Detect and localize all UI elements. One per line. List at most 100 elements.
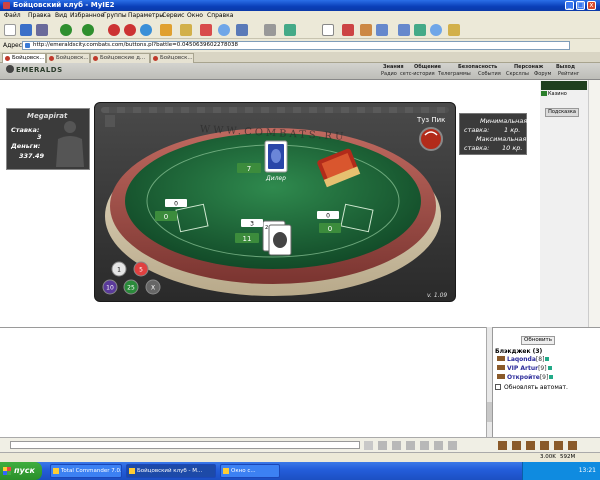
player-bet-value: 3: [37, 133, 42, 141]
tools-icon[interactable]: [360, 24, 372, 36]
forward-icon[interactable]: [82, 24, 94, 36]
stop-icon[interactable]: [108, 24, 120, 36]
nav-events[interactable]: События: [478, 71, 501, 77]
nav-communication[interactable]: Общение: [414, 64, 441, 70]
version-label: v. 1.09: [427, 292, 447, 299]
user-name[interactable]: Откройте: [507, 374, 540, 381]
nav-security[interactable]: Безопасность: [458, 64, 497, 70]
font-icon[interactable]: [264, 24, 276, 36]
nav-exit[interactable]: Выход: [556, 64, 575, 70]
right-bet: 0: [326, 213, 330, 220]
info-icon[interactable]: [549, 375, 554, 379]
user-row[interactable]: Откройте[9]: [497, 374, 554, 381]
menu-window[interactable]: Окно: [187, 12, 203, 19]
menu-groups[interactable]: Группы: [103, 12, 127, 19]
table-corner-icon: [105, 115, 115, 127]
globe-icon[interactable]: [430, 24, 442, 36]
save-icon[interactable]: [20, 24, 32, 36]
user-row[interactable]: VIP Artur[9]: [497, 365, 552, 372]
sound-icon[interactable]: [448, 441, 457, 450]
plugin-icon[interactable]: [414, 24, 426, 36]
side-banner: [541, 81, 587, 90]
filter-icon[interactable]: [420, 441, 429, 450]
nav-character[interactable]: Персонаж: [514, 64, 543, 70]
proxy-icon[interactable]: [398, 24, 410, 36]
taskbar: пуск Total Commander 7.0... Бойцовский к…: [0, 462, 600, 480]
info-icon[interactable]: [547, 366, 552, 370]
page-scrollbar[interactable]: [588, 80, 600, 327]
close-button[interactable]: x: [587, 1, 596, 10]
player-score: 11: [243, 235, 252, 243]
start-button[interactable]: пуск: [0, 462, 42, 480]
menu-favorites[interactable]: Избранное: [70, 12, 104, 19]
chat-area[interactable]: [0, 327, 486, 437]
site-logo[interactable]: EMERALDS: [6, 65, 63, 74]
doc-icon[interactable]: [322, 24, 334, 36]
nav-rating[interactable]: Рейтинг: [558, 71, 579, 77]
menu-options[interactable]: Параметры: [128, 12, 164, 19]
max-label: Максимальная: [476, 135, 527, 143]
favorites-icon[interactable]: [200, 24, 212, 36]
task-total-commander[interactable]: Total Commander 7.0...: [50, 464, 122, 478]
action-icon-3[interactable]: [526, 441, 535, 450]
print-icon[interactable]: [36, 24, 48, 36]
action-icon-1[interactable]: [498, 441, 507, 450]
nav-radio[interactable]: Радио: [381, 71, 397, 77]
menu-tools[interactable]: Сервис: [162, 12, 184, 19]
address-input[interactable]: http://emeraldscity.combats.com/buttons.…: [22, 41, 570, 50]
clear-icon[interactable]: [406, 441, 415, 450]
user-name[interactable]: VIP Artur: [507, 365, 538, 372]
private-icon[interactable]: [392, 441, 401, 450]
new-icon[interactable]: [4, 24, 16, 36]
image-icon[interactable]: [284, 24, 296, 36]
chat-input[interactable]: [10, 441, 360, 449]
smile-icon[interactable]: [378, 441, 387, 450]
user-avatar-icon: [497, 365, 505, 370]
nav-telegrams[interactable]: Телеграммы: [438, 71, 471, 77]
menu-view[interactable]: Вид: [55, 12, 67, 19]
tab-4[interactable]: Бойцовск...: [150, 53, 194, 63]
history-icon[interactable]: [218, 24, 230, 36]
refresh-icon[interactable]: [140, 24, 152, 36]
user-name[interactable]: Laqonda: [507, 356, 536, 363]
action-icon-4[interactable]: [540, 441, 549, 450]
close-all-icon[interactable]: [124, 24, 136, 36]
info-icon[interactable]: [545, 357, 550, 361]
back-icon[interactable]: [60, 24, 72, 36]
min-label: Минимальная: [480, 117, 528, 125]
extra-icon[interactable]: [448, 24, 460, 36]
send-icon[interactable]: [364, 441, 373, 450]
block-icon[interactable]: [342, 24, 354, 36]
tab-2[interactable]: Бойцовск...: [46, 53, 90, 63]
action-icon-2[interactable]: [512, 441, 521, 450]
nav-forum[interactable]: Форум: [534, 71, 551, 77]
minimize-button[interactable]: _: [565, 1, 574, 10]
refresh-button[interactable]: Обновить: [521, 336, 555, 345]
tab-3[interactable]: Бойцовские д...: [90, 53, 150, 63]
user-level: [9]: [538, 365, 547, 372]
menu-edit[interactable]: Правка: [28, 12, 51, 19]
nav-scrolls[interactable]: Скрсллы: [506, 71, 529, 77]
clock: 13:21: [578, 467, 596, 474]
home-icon[interactable]: [160, 24, 172, 36]
task-browser[interactable]: Бойцовский клуб - M...: [126, 464, 216, 478]
mail-icon[interactable]: [236, 24, 248, 36]
translate-icon[interactable]: [434, 441, 443, 450]
task-window[interactable]: Окно с...: [220, 464, 280, 478]
player-silhouette-icon: [56, 121, 84, 167]
player-money-value: 337.49: [19, 152, 45, 160]
action-icon-5[interactable]: [554, 441, 563, 450]
menu-file[interactable]: Файл: [4, 12, 21, 19]
search-icon[interactable]: [180, 24, 192, 36]
tab-1[interactable]: Бойцовск...: [2, 53, 46, 63]
nav-knowledge[interactable]: Знания: [383, 64, 404, 70]
hint-button[interactable]: Подсказка: [545, 108, 579, 117]
user-row[interactable]: Laqonda[8]: [497, 356, 550, 363]
action-icon-6[interactable]: [568, 441, 577, 450]
casino-link[interactable]: Казино: [548, 91, 567, 97]
window-icon[interactable]: [376, 24, 388, 36]
auto-refresh-checkbox[interactable]: [495, 384, 501, 390]
menu-help[interactable]: Справка: [207, 12, 233, 19]
maximize-button[interactable]: □: [576, 1, 585, 10]
nav-history[interactable]: сетс-история: [400, 71, 435, 77]
